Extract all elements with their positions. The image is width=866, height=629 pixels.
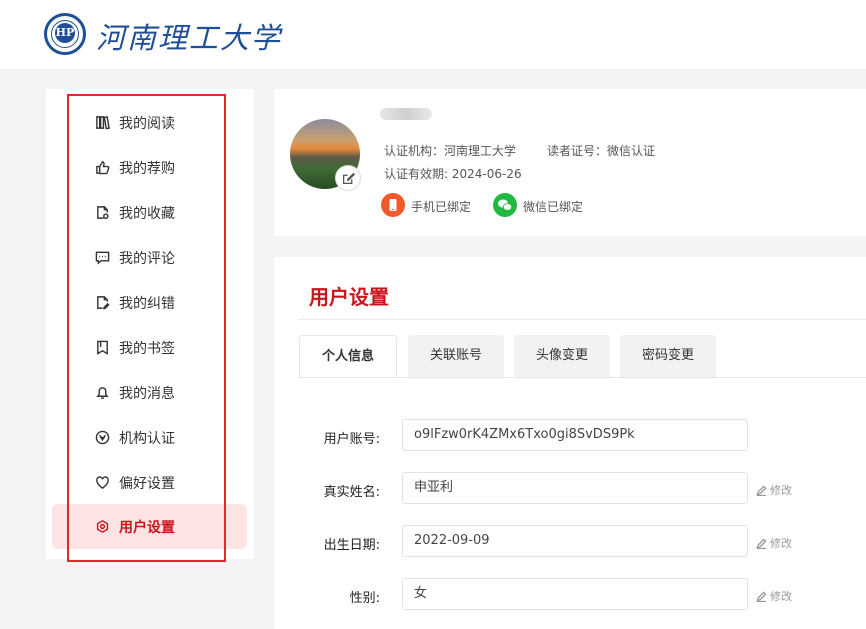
edit-icon: [342, 172, 355, 184]
bell-icon: [94, 385, 110, 401]
verify-icon: [94, 430, 110, 446]
comment-icon: [94, 250, 110, 266]
sidebar-item-institution-auth[interactable]: 机构认证: [46, 415, 254, 460]
phone-bound-label: 手机已绑定: [411, 200, 472, 214]
institution-text: 认证机构：河南理工大学: [384, 144, 517, 158]
real-name-field[interactable]: 申亚利: [402, 472, 748, 504]
sidebar: 我的阅读 我的荐购 我的收藏 我的评论 我的纠错 我的书签 我的消息 机构认证 …: [46, 89, 254, 559]
account-label: 用户账号:: [323, 432, 380, 447]
tab-divider: [298, 377, 866, 378]
sidebar-item-label: 用户设置: [119, 519, 175, 536]
seal-glyph: HP: [55, 23, 75, 43]
edit-real-name-link[interactable]: 修改: [756, 482, 792, 498]
edit-doc-icon: [94, 295, 110, 311]
sidebar-item-label: 机构认证: [119, 430, 175, 447]
favorite-doc-icon: [94, 205, 110, 221]
edit-label: 修改: [770, 537, 792, 550]
top-header: HP 河南理工大学: [0, 0, 866, 70]
pencil-icon: [756, 590, 767, 602]
pencil-icon: [756, 537, 767, 549]
tab-avatar-change[interactable]: 头像变更: [514, 335, 610, 377]
heart-icon: [94, 475, 110, 491]
sidebar-item-label: 我的荐购: [119, 160, 175, 177]
bookmark-icon: [94, 340, 110, 356]
wechat-bound-label: 微信已绑定: [523, 200, 584, 214]
page-title: 用户设置: [309, 285, 389, 309]
title-divider: [298, 319, 866, 320]
phone-icon: [381, 193, 405, 217]
validity-text: 认证有效期: 2024-06-26: [384, 167, 522, 181]
book-icon: [94, 115, 110, 131]
gender-field[interactable]: 女: [402, 578, 748, 610]
sidebar-item-label: 我的消息: [119, 385, 175, 402]
sidebar-item-reading[interactable]: 我的阅读: [46, 100, 254, 145]
edit-label: 修改: [770, 590, 792, 603]
tab-linked-accounts[interactable]: 关联账号: [408, 335, 504, 377]
sidebar-item-comments[interactable]: 我的评论: [46, 235, 254, 280]
sidebar-item-label: 我的收藏: [119, 205, 175, 222]
sidebar-item-user-settings[interactable]: 用户设置: [52, 504, 247, 549]
sidebar-item-label: 偏好设置: [119, 475, 175, 492]
edit-birth-date-link[interactable]: 修改: [756, 535, 792, 551]
user-name-blurred: [380, 108, 432, 120]
thumbs-up-icon: [94, 160, 110, 176]
sidebar-item-recommend[interactable]: 我的荐购: [46, 145, 254, 190]
sidebar-item-label: 我的书签: [119, 340, 175, 357]
settings-icon: [94, 519, 110, 535]
reader-id-text: 读者证号：微信认证: [547, 144, 656, 158]
tab-password-change[interactable]: 密码变更: [620, 335, 716, 377]
sidebar-item-preferences[interactable]: 偏好设置: [46, 460, 254, 505]
avatar-edit-button[interactable]: [335, 165, 361, 191]
sidebar-item-messages[interactable]: 我的消息: [46, 370, 254, 415]
wechat-icon: [493, 193, 517, 217]
real-name-label: 真实姓名:: [323, 485, 380, 500]
birth-date-label: 出生日期:: [323, 538, 380, 553]
profile-card: 认证机构：河南理工大学 读者证号：微信认证 认证有效期: 2024-06-26 …: [274, 89, 866, 236]
sidebar-item-favorites[interactable]: 我的收藏: [46, 190, 254, 235]
university-name-logo[interactable]: 河南理工大学: [96, 15, 282, 57]
gender-label: 性别:: [349, 591, 380, 606]
university-seal-logo[interactable]: HP: [44, 13, 86, 55]
pencil-icon: [756, 484, 767, 496]
account-field[interactable]: o9lFzw0rK4ZMx6Txo0gi8SvDS9Pk: [402, 419, 748, 451]
sidebar-item-corrections[interactable]: 我的纠错: [46, 280, 254, 325]
user-settings-panel: 用户设置 个人信息 关联账号 头像变更 密码变更 用户账号: o9lFzw0rK…: [274, 257, 866, 629]
birth-date-field[interactable]: 2022-09-09: [402, 525, 748, 557]
edit-label: 修改: [770, 484, 792, 497]
sidebar-item-label: 我的评论: [119, 250, 175, 267]
tab-personal-info[interactable]: 个人信息: [299, 335, 397, 377]
sidebar-item-label: 我的阅读: [119, 115, 175, 132]
edit-gender-link[interactable]: 修改: [756, 588, 792, 604]
sidebar-item-bookmarks[interactable]: 我的书签: [46, 325, 254, 370]
sidebar-item-label: 我的纠错: [119, 295, 175, 312]
